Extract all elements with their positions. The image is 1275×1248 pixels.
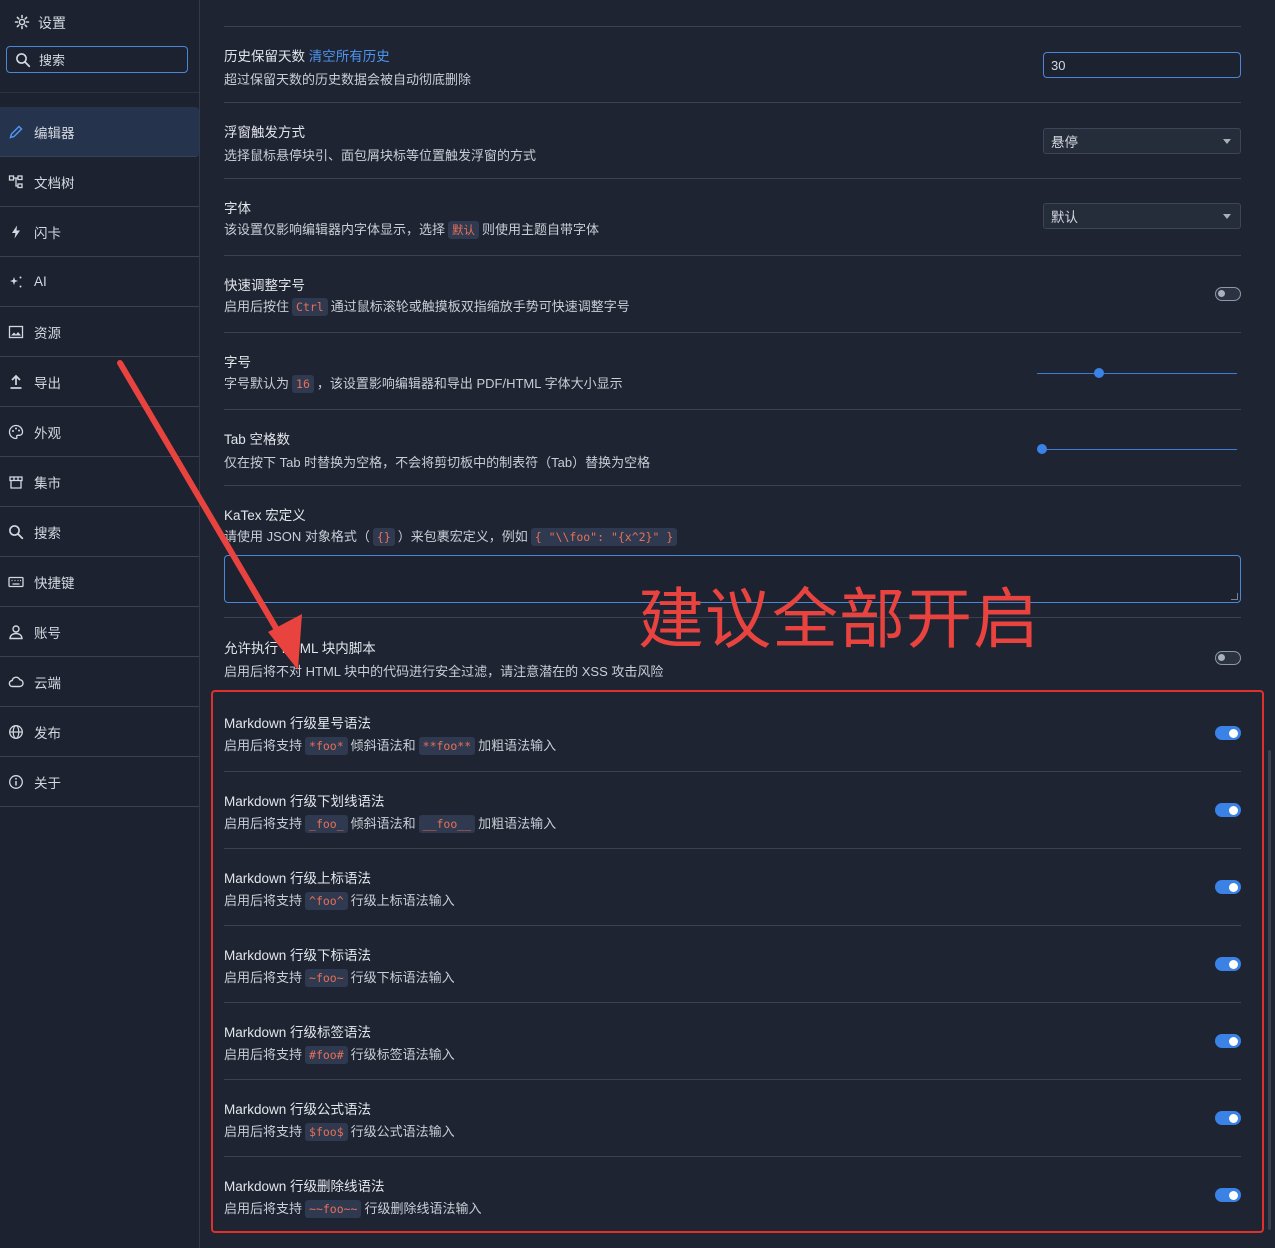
inline-code: Ctrl <box>292 298 328 316</box>
toggle-knob <box>1218 654 1225 661</box>
font-size-slider[interactable] <box>1037 368 1237 378</box>
setting-popover-trigger: 浮窗触发方式 选择鼠标悬停块引、面包屑块标等位置触发浮窗的方式 悬停 <box>224 102 1241 179</box>
setting-title: 字体 <box>224 201 251 216</box>
search-icon <box>8 524 24 540</box>
setting-desc: 启用后将不对 HTML 块中的代码进行安全过滤，请注意潜在的 XSS 攻击风险 <box>224 664 664 679</box>
sidebar-item-about[interactable]: 关于 <box>0 757 199 807</box>
sidebar-nav: 编辑器 文档树 闪卡 AI 资源 导出 外观 集市 搜索 快捷键 账号 云端 发… <box>0 107 199 807</box>
sidebar-item-label: 快捷键 <box>34 575 75 591</box>
sidebar-item-ai[interactable]: AI <box>0 257 199 307</box>
setting-desc: 字号默认为 16 ，该设置影响编辑器和导出 PDF/HTML 字体大小显示 <box>224 375 623 393</box>
setting-title: 允许执行 HTML 块内脚本 <box>224 641 376 656</box>
sidebar-item-label: 外观 <box>34 425 61 441</box>
quick-font-size-toggle[interactable] <box>1215 287 1241 301</box>
sidebar-item-label: 发布 <box>34 725 61 741</box>
slider-thumb[interactable] <box>1037 444 1047 454</box>
sidebar-item-assets[interactable]: 资源 <box>0 307 199 357</box>
globe-icon <box>8 724 24 740</box>
setting-desc: 超过保留天数的历史数据会被自动彻底删除 <box>224 72 472 87</box>
lightning-icon <box>8 224 24 240</box>
setting-title: 历史保留天数 清空所有历史 <box>224 49 390 64</box>
select-value: 悬停 <box>1051 135 1078 150</box>
sidebar-divider <box>0 92 199 93</box>
setting-desc: 仅在按下 Tab 时替换为空格，不会将剪切板中的制表符（Tab）替换为空格 <box>224 455 651 470</box>
upload-icon <box>8 374 24 390</box>
scrollbar-thumb[interactable] <box>1268 750 1271 1230</box>
html-script-toggle[interactable] <box>1215 651 1241 665</box>
sidebar-item-filetree[interactable]: 文档树 <box>0 157 199 207</box>
sidebar-item-search[interactable]: 搜索 <box>0 507 199 557</box>
sidebar-item-cloud[interactable]: 云端 <box>0 657 199 707</box>
sidebar-item-editor[interactable]: 编辑器 <box>0 107 199 157</box>
setting-font: 字体 该设置仅影响编辑器内字体显示，选择 默认 则使用主题自带字体 默认 <box>224 178 1241 255</box>
search-icon <box>15 52 31 68</box>
sidebar-item-label: 关于 <box>34 775 61 791</box>
annotation-text: 建议全部开启 <box>638 581 1040 658</box>
settings-search-input[interactable] <box>39 52 179 67</box>
setting-font-size: 字号 字号默认为 16 ，该设置影响编辑器和导出 PDF/HTML 字体大小显示 <box>224 332 1241 409</box>
settings-header: 设置 <box>14 13 66 33</box>
gear-icon <box>14 14 30 33</box>
store-icon <box>8 474 24 490</box>
sidebar-item-label: 集市 <box>34 475 61 491</box>
image-icon <box>8 324 24 340</box>
clear-history-link[interactable]: 清空所有历史 <box>309 49 390 64</box>
sparkle-icon <box>8 274 24 290</box>
popover-trigger-select[interactable]: 悬停 <box>1043 128 1241 154</box>
select-value: 默认 <box>1051 210 1078 225</box>
sidebar-item-flashcard[interactable]: 闪卡 <box>0 207 199 257</box>
sidebar-item-label: 文档树 <box>34 175 75 191</box>
sidebar-item-label: 资源 <box>34 325 61 341</box>
slider-thumb[interactable] <box>1094 368 1104 378</box>
sidebar-item-label: 闪卡 <box>34 225 61 241</box>
sidebar-item-label: 编辑器 <box>34 125 75 141</box>
palette-icon <box>8 424 24 440</box>
sidebar-item-keymap[interactable]: 快捷键 <box>0 557 199 607</box>
inline-code: {} <box>372 528 395 546</box>
chevron-down-icon <box>1223 139 1231 144</box>
tab-width-slider[interactable] <box>1037 444 1237 454</box>
setting-title: Tab 空格数 <box>224 432 291 447</box>
setting-history-days: 历史保留天数 清空所有历史 超过保留天数的历史数据会被自动彻底删除 30 <box>224 26 1241 103</box>
setting-title: 浮窗触发方式 <box>224 125 305 140</box>
sidebar-item-label: AI <box>34 274 47 289</box>
setting-title: KaTex 宏定义 <box>224 508 306 523</box>
inline-code: 16 <box>292 375 314 393</box>
setting-desc: 请使用 JSON 对象格式（{} ）来包裹宏定义，例如{ "\\foo": "{x… <box>224 526 680 546</box>
cloud-icon <box>8 674 24 690</box>
setting-quick-font-size: 快速调整字号 启用后按住 Ctrl 通过鼠标滚轮或触摸板双指缩放手势可快速调整字号 <box>224 255 1241 332</box>
sidebar-item-label: 账号 <box>34 625 61 641</box>
sidebar-item-label: 导出 <box>34 375 61 391</box>
setting-desc: 启用后按住 Ctrl 通过鼠标滚轮或触摸板双指缩放手势可快速调整字号 <box>224 298 630 316</box>
sidebar-item-export[interactable]: 导出 <box>0 357 199 407</box>
font-select[interactable]: 默认 <box>1043 203 1241 229</box>
settings-title: 设置 <box>38 15 66 31</box>
sidebar-item-bazaar[interactable]: 集市 <box>0 457 199 507</box>
sidebar-item-account[interactable]: 账号 <box>0 607 199 657</box>
inline-code: 默认 <box>448 221 480 239</box>
sidebar-item-label: 云端 <box>34 675 61 691</box>
setting-title: 快速调整字号 <box>224 278 305 293</box>
tree-icon <box>8 174 24 190</box>
chevron-down-icon <box>1223 214 1231 219</box>
setting-desc: 该设置仅影响编辑器内字体显示，选择 默认 则使用主题自带字体 <box>224 221 600 239</box>
keyboard-icon <box>8 574 24 590</box>
resize-handle[interactable] <box>1231 593 1238 600</box>
info-icon <box>8 774 24 790</box>
settings-sidebar: 设置 编辑器 文档树 闪卡 AI 资源 导出 <box>0 0 200 1248</box>
sidebar-item-publish[interactable]: 发布 <box>0 707 199 757</box>
setting-desc: 选择鼠标悬停块引、面包屑块标等位置触发浮窗的方式 <box>224 148 537 163</box>
sidebar-item-label: 搜索 <box>34 525 61 541</box>
pencil-icon <box>8 124 24 140</box>
sidebar-item-appearance[interactable]: 外观 <box>0 407 199 457</box>
inline-code: { "\\foo": "{x^2}" } <box>530 528 678 546</box>
history-days-input[interactable]: 30 <box>1043 52 1241 78</box>
annotation-highlight-box <box>211 690 1264 1233</box>
user-icon <box>8 624 24 640</box>
settings-search-box[interactable] <box>6 46 188 73</box>
setting-title: 字号 <box>224 355 251 370</box>
setting-tab-width: Tab 空格数 仅在按下 Tab 时替换为空格，不会将剪切板中的制表符（Tab）… <box>224 409 1241 486</box>
toggle-knob <box>1218 290 1225 297</box>
